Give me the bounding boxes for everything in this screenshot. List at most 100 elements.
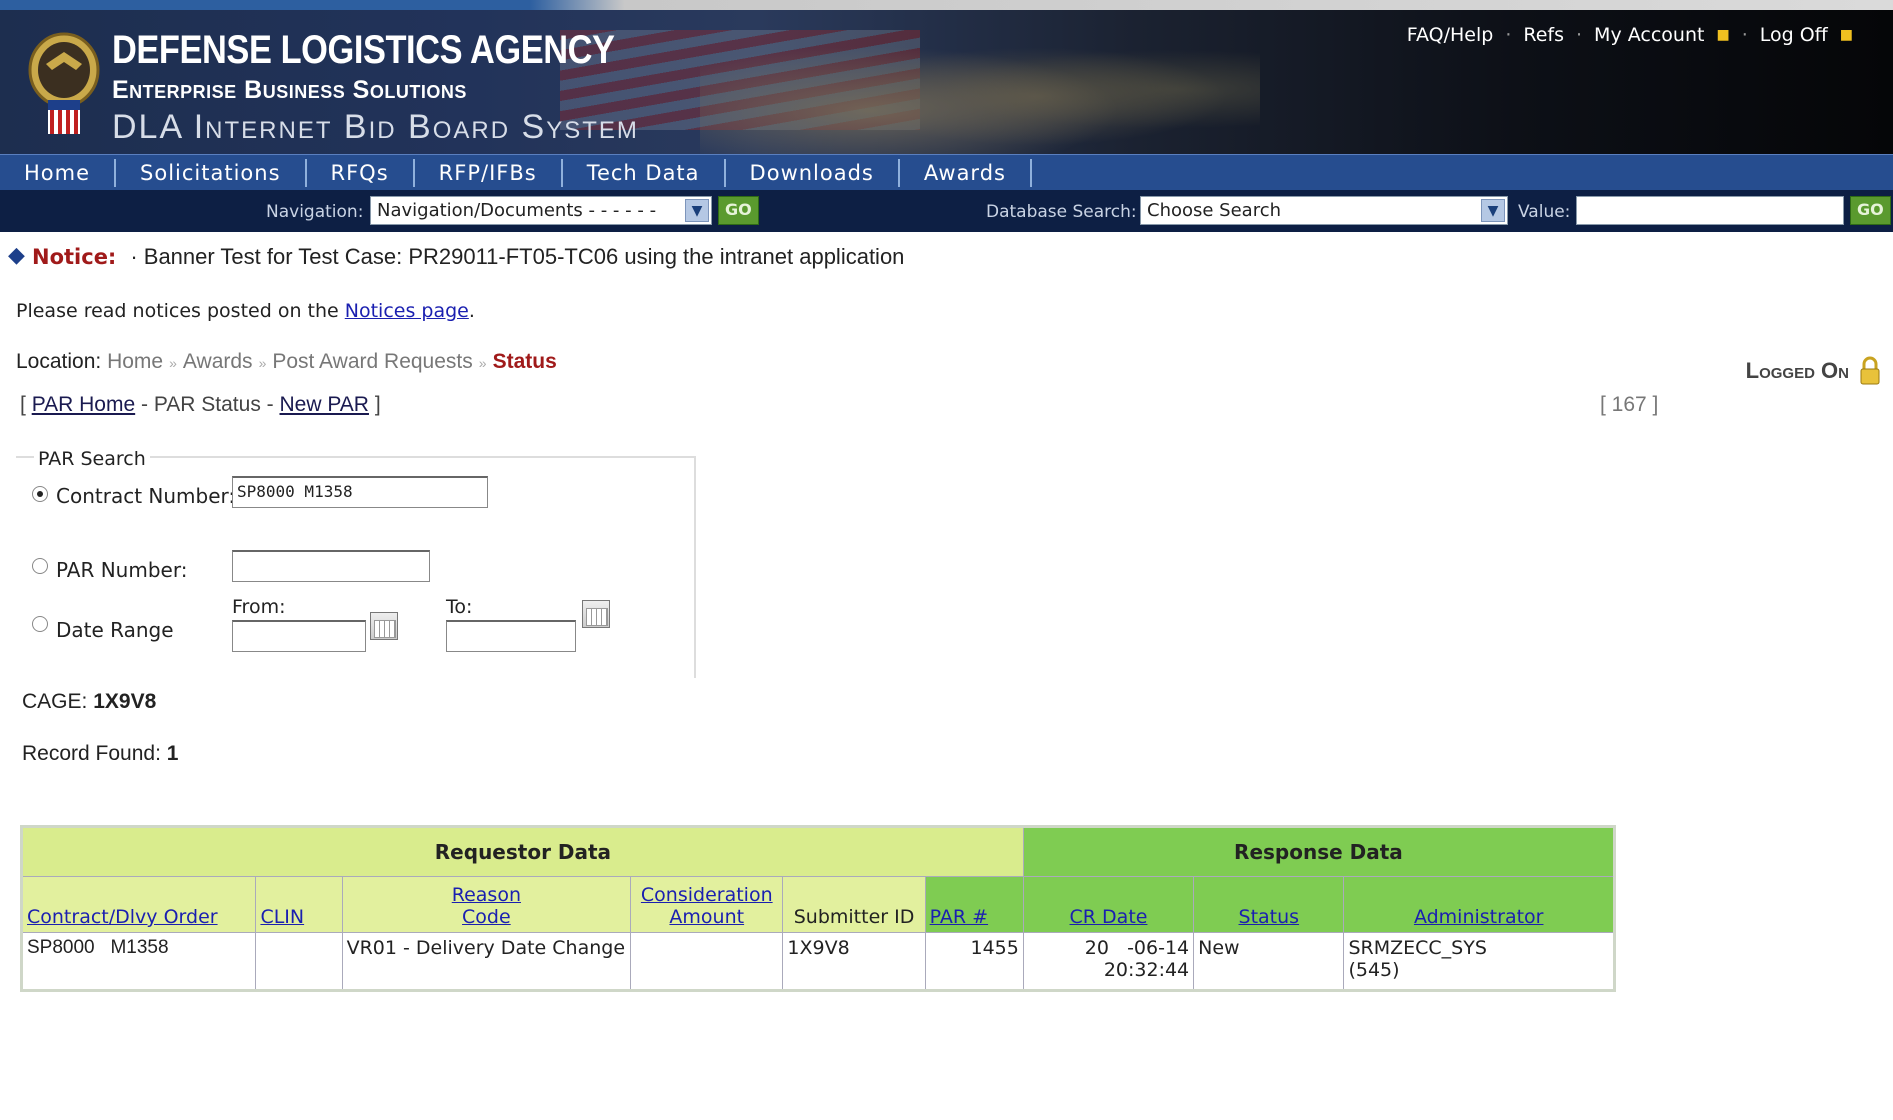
cr-date-date: 20 -06-14	[1084, 937, 1190, 959]
status-sort-link[interactable]: Status	[1239, 906, 1300, 928]
cell-clin	[255, 932, 343, 991]
par-home-link[interactable]: PAR Home	[32, 393, 135, 416]
lock-icon: ■	[1839, 27, 1853, 43]
nav-home[interactable]: Home	[0, 158, 117, 187]
contract-number-radio[interactable]	[32, 486, 48, 502]
database-search-label: Database Search:	[986, 202, 1137, 222]
chevron-down-icon[interactable]: ▼	[685, 199, 709, 222]
col-contract-header: Contract/Dlvy Order	[20, 876, 257, 933]
consideration-sort-link[interactable]: Consideration Amount	[641, 884, 773, 928]
breadcrumb: Location: Home » Awards » Post Award Request…	[16, 350, 557, 374]
lock-icon	[1860, 356, 1880, 385]
nav-tech-data[interactable]: Tech Data	[563, 158, 726, 187]
table-group-header-row: Requestor Data Response Data	[21, 826, 1616, 877]
response-data-header: Response Data	[1022, 826, 1616, 877]
breadcrumb-current: Status	[492, 350, 557, 373]
records-found: Record Found: 1	[22, 742, 178, 766]
separator: ·	[1741, 24, 1748, 46]
contract-number-label: Contract Number:	[56, 484, 236, 508]
main-nav: Home Solicitations RFQs RFP/IFBs Tech Da…	[0, 154, 1893, 190]
col-status-header: Status	[1193, 876, 1345, 933]
bracket-open: [	[20, 393, 26, 416]
col-submitter-header: Submitter ID	[782, 876, 926, 933]
par-status-label: - PAR Status -	[135, 393, 280, 416]
from-date-input[interactable]	[232, 620, 366, 652]
database-search-select[interactable]: Choose Search ▼	[1140, 196, 1508, 225]
date-range-radio[interactable]	[32, 616, 48, 632]
location-label: Location:	[16, 350, 102, 373]
nav-awards[interactable]: Awards	[900, 158, 1032, 187]
logged-on-label: Logged On	[1745, 358, 1849, 383]
par-number-radio[interactable]	[32, 558, 48, 574]
contract-sort-link[interactable]: Contract/Dlvy Order	[27, 906, 218, 928]
new-par-link[interactable]: New PAR	[280, 393, 369, 416]
col-consideration-header: Consideration Amount	[630, 876, 784, 933]
cr-date-sort-link[interactable]: CR Date	[1070, 906, 1148, 928]
notice-label: Notice:	[32, 245, 117, 269]
navigation-select-value: Navigation/Documents - - - - - -	[377, 200, 657, 221]
logged-on-indicator: Logged On	[1746, 356, 1881, 386]
par-search-fieldset: PAR Search Contract Number: SP8000 M1358…	[16, 448, 696, 678]
counter: [ 167 ]	[1600, 393, 1659, 416]
consideration-header-line1: Consideration	[640, 884, 773, 906]
nav-solicitations[interactable]: Solicitations	[116, 158, 307, 187]
nav-rfp-ifbs[interactable]: RFP/IFBs	[415, 158, 563, 187]
value-go-button[interactable]: GO	[1850, 196, 1891, 225]
notice-text: · Banner Test for Test Case: PR29011-FT0…	[130, 244, 905, 269]
par-nav-links: [ PAR Home - PAR Status - New PAR ]	[20, 393, 381, 417]
agency-title: DEFENSE LOGISTICS AGENCY	[112, 28, 615, 72]
clin-sort-link[interactable]: CLIN	[260, 906, 304, 928]
breadcrumb-awards[interactable]: Awards	[183, 350, 253, 373]
administrator-sort-link[interactable]: Administrator	[1414, 906, 1544, 928]
lock-icon: ■	[1716, 27, 1730, 43]
faq-help-link[interactable]: FAQ/Help	[1407, 24, 1494, 46]
notice-diamond-icon: ◆	[8, 243, 25, 268]
nav-rfqs[interactable]: RFQs	[307, 158, 415, 187]
breadcrumb-post-award-requests[interactable]: Post Award Requests	[272, 350, 472, 373]
navigation-go-button[interactable]: GO	[718, 196, 759, 225]
contract-number-input[interactable]: SP8000 M1358	[232, 476, 488, 508]
to-date-input[interactable]	[446, 620, 576, 652]
value-input[interactable]	[1576, 196, 1844, 225]
to-calendar-icon[interactable]	[582, 600, 610, 628]
value-label: Value:	[1518, 202, 1571, 222]
separator: ·	[1505, 24, 1512, 46]
reason-code-sort-link[interactable]: Reason Code	[452, 884, 521, 928]
breadcrumb-home[interactable]: Home	[107, 350, 163, 373]
separator: ·	[1576, 24, 1583, 46]
chevron-down-icon[interactable]: ▼	[1481, 199, 1505, 222]
col-crdate-header: CR Date	[1022, 876, 1195, 933]
par-sort-link[interactable]: PAR #	[930, 906, 988, 928]
cell-submitter: 1X9V8	[782, 932, 926, 991]
header-banner: DEFENSE LOGISTICS AGENCY Enterprise Busi…	[0, 10, 1893, 154]
table-header-row: Contract/Dlvy Order CLIN Reason Code Cons…	[20, 876, 1615, 933]
table-row[interactable]: SP8000 M1358 VR01 - Delivery Date Change…	[20, 932, 1615, 991]
from-label: From:	[232, 596, 286, 618]
cell-crdate: 20 -06-14 20:32:44	[1022, 932, 1195, 991]
system-title: DLA Internet Bid Board System	[112, 108, 639, 146]
my-account-link[interactable]: My Account	[1594, 24, 1704, 46]
refs-link[interactable]: Refs	[1523, 24, 1564, 46]
col-reason-header: Reason Code	[341, 876, 632, 933]
records-label: Record Found:	[22, 742, 161, 765]
notices-page-link[interactable]: Notices page	[345, 300, 469, 322]
navigation-label: Navigation:	[266, 202, 364, 222]
par-number-input[interactable]	[232, 550, 430, 582]
cage-info: CAGE: 1X9V8	[22, 690, 156, 714]
read-notices-suffix: .	[468, 300, 475, 322]
cell-consideration	[630, 932, 784, 991]
par-search-legend: PAR Search	[34, 448, 150, 470]
nav-downloads[interactable]: Downloads	[726, 158, 900, 187]
bracket-close: ]	[374, 393, 381, 416]
cell-contract: SP8000 M1358	[20, 932, 257, 991]
log-off-link[interactable]: Log Off	[1760, 24, 1828, 46]
read-notices-prefix: Please read notices posted on the	[16, 300, 345, 322]
requestor-data-header: Requestor Data	[21, 826, 1024, 877]
navigation-select[interactable]: Navigation/Documents - - - - - - ▼	[370, 196, 712, 225]
admin-id: (545)	[1348, 959, 1400, 981]
top-strip	[0, 0, 1893, 10]
from-calendar-icon[interactable]	[370, 612, 398, 640]
par-results-table: Requestor Data Response Data Contract/Dl…	[20, 825, 1616, 992]
cr-date-time: 20:32:44	[1103, 959, 1190, 981]
cage-value: 1X9V8	[93, 690, 157, 713]
